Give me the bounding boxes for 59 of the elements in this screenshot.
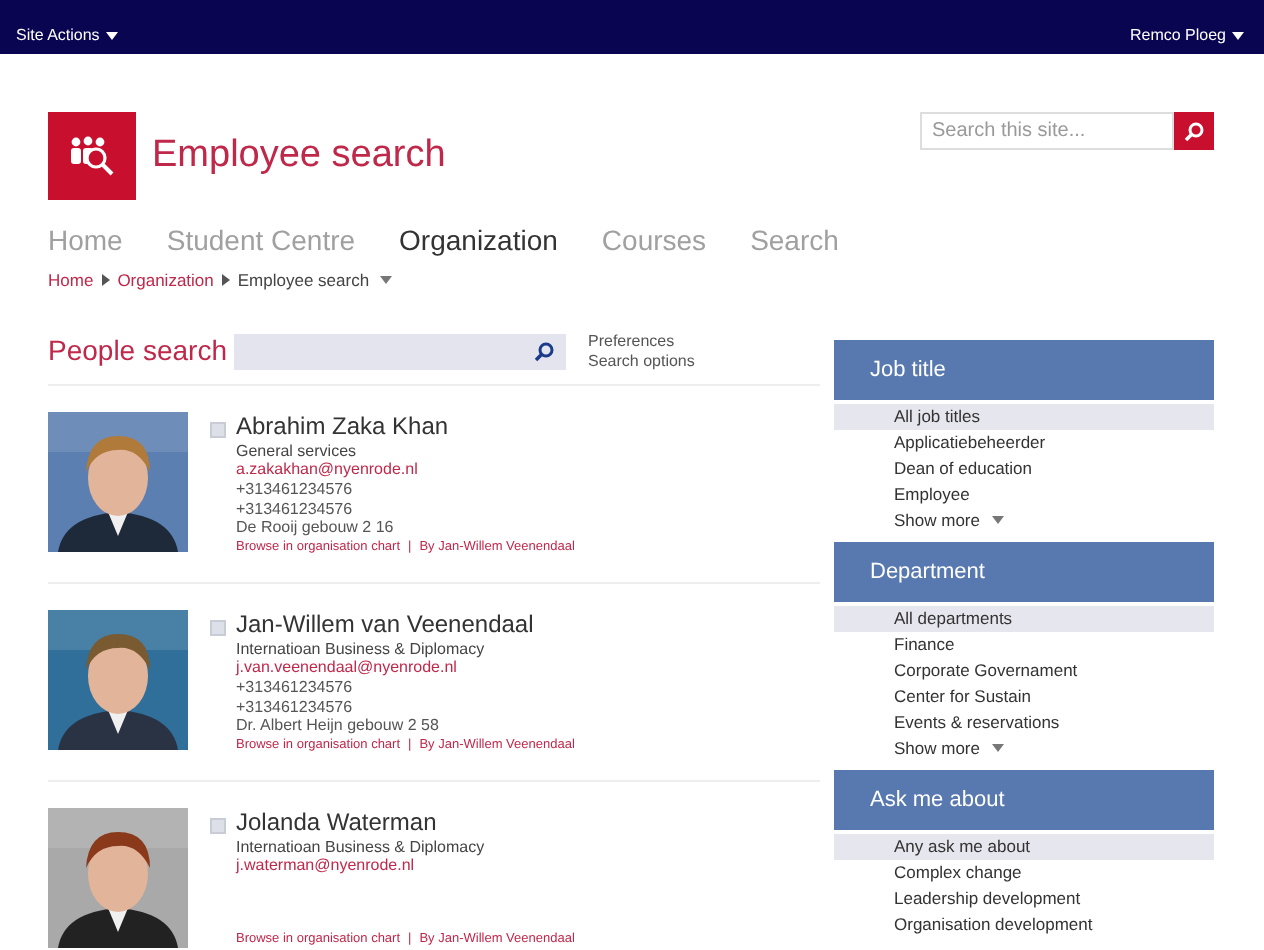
- search-button[interactable]: [1174, 112, 1214, 150]
- person-name[interactable]: Jan-Willem van Veenendaal: [236, 609, 575, 638]
- breadcrumb-link[interactable]: Home: [48, 268, 94, 294]
- breadcrumb-current[interactable]: Employee search: [237, 268, 392, 294]
- people-search-field[interactable]: [234, 333, 566, 370]
- search-icon: [1184, 121, 1204, 141]
- email-link[interactable]: a.zakakhan@nyenrode.nl: [236, 460, 575, 480]
- nav-tab[interactable]: Organization: [399, 220, 558, 262]
- search-link[interactable]: Preferences: [588, 331, 695, 352]
- facet-item[interactable]: Complex change: [834, 859, 1214, 886]
- facet-header: Ask me about: [834, 769, 1214, 830]
- user-menu[interactable]: Remco Ploeg: [1129, 24, 1244, 48]
- caret-icon: [379, 276, 392, 285]
- location-text: Dr. Albert Heijn gebouw 2 58: [236, 716, 441, 736]
- site-search-field[interactable]: Search this site...: [920, 112, 1174, 150]
- facet-item[interactable]: Events & reservations: [834, 709, 1214, 736]
- email-link[interactable]: j.van.veenendaal@nyenrode.nl: [236, 658, 575, 678]
- site-actions-menu[interactable]: Site Actions: [16, 24, 118, 48]
- search-icon: [534, 341, 554, 362]
- facet-header: Job title: [834, 339, 1214, 400]
- select-checkbox[interactable]: [210, 817, 226, 834]
- department-text: General services: [236, 441, 359, 461]
- caret-icon: [992, 516, 1004, 525]
- logo-icon: [48, 112, 136, 200]
- department-text: Internatioan Business & Diplomacy: [236, 639, 487, 659]
- phone-number: +313461234576: [236, 479, 355, 500]
- show-more-button[interactable]: Show more: [834, 507, 1214, 534]
- phone-number: +313461234576: [236, 677, 355, 697]
- email-link[interactable]: j.waterman@nyenrode.nl: [236, 856, 575, 876]
- phone-number: +313461234576: [236, 499, 355, 519]
- chevron-icon: [221, 274, 230, 287]
- facet-item[interactable]: Employee: [834, 481, 1214, 508]
- location-text: De Rooij gebouw 2 16: [236, 518, 396, 538]
- breadcrumb-link[interactable]: Organization: [117, 268, 214, 294]
- facet-item[interactable]: Applicatiebeheerder: [834, 429, 1214, 456]
- caret-icon: [1232, 32, 1244, 40]
- people-search-title: People search: [48, 332, 230, 371]
- facet-item[interactable]: Any ask me about: [834, 833, 1214, 860]
- select-checkbox[interactable]: [210, 619, 226, 636]
- caret-icon: [992, 744, 1004, 753]
- person-name[interactable]: Abrahim Zaka Khan: [236, 411, 575, 440]
- person-name[interactable]: Jolanda Waterman: [236, 807, 575, 836]
- chevron-icon: [101, 274, 110, 287]
- facet-item[interactable]: All job titles: [834, 403, 1214, 430]
- facet-item[interactable]: Leadership development: [834, 885, 1214, 912]
- phone-number: +313461234576: [236, 697, 355, 717]
- caret-icon: [105, 32, 118, 40]
- facet-item[interactable]: Organisation development: [834, 911, 1214, 938]
- page-title: Employee search: [152, 131, 446, 180]
- facet-item[interactable]: Dean of education: [834, 455, 1214, 482]
- facet-item[interactable]: Corporate Governament: [834, 657, 1214, 684]
- show-more-button[interactable]: Show more: [834, 735, 1214, 762]
- select-checkbox[interactable]: [210, 421, 226, 438]
- search-link[interactable]: Search options: [588, 351, 695, 372]
- facet-item[interactable]: Finance: [834, 631, 1214, 658]
- facet-item[interactable]: All departments: [834, 605, 1214, 632]
- facet-item[interactable]: Center for Sustain: [834, 683, 1214, 710]
- facet-header: Department: [834, 541, 1214, 602]
- department-text: Internatioan Business & Diplomacy: [236, 837, 487, 857]
